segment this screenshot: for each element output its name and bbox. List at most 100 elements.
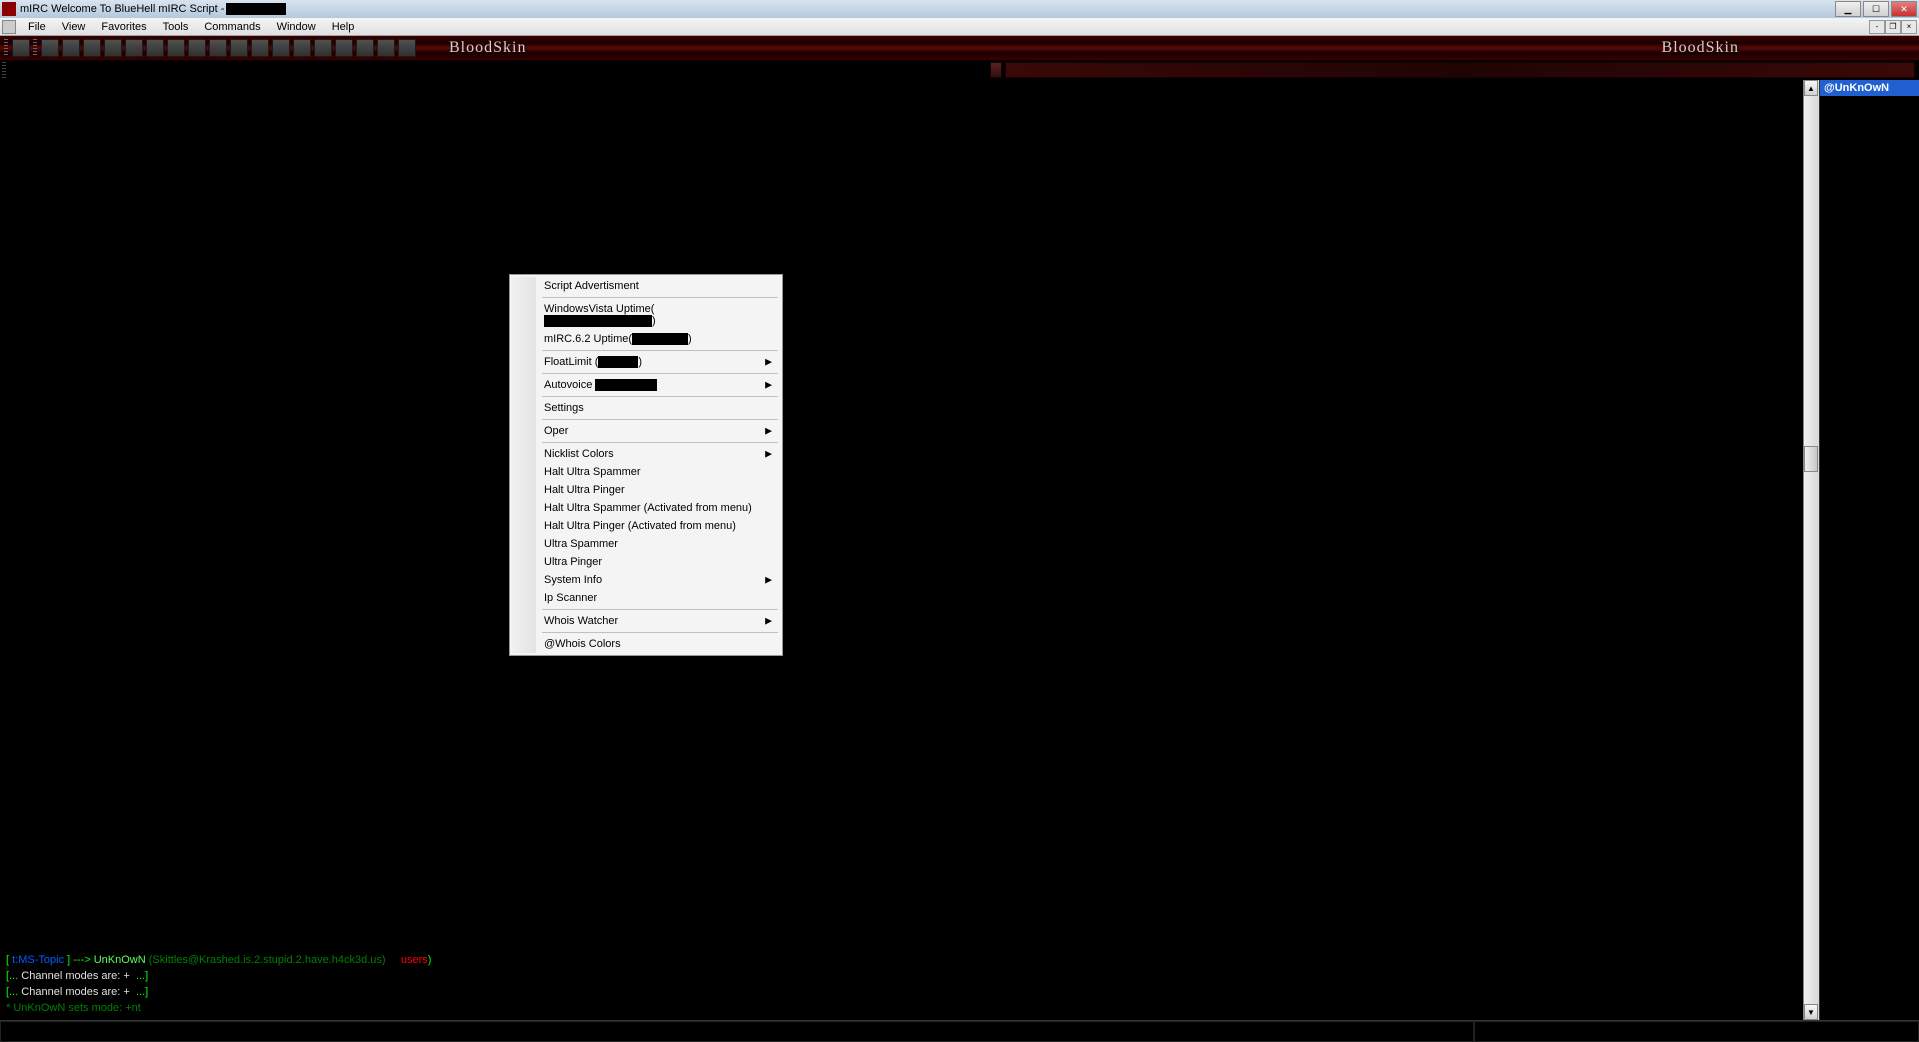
toolbar-btn-12[interactable]: [251, 39, 269, 57]
ctx-halt-ultra-pinger[interactable]: Halt Ultra Pinger: [512, 481, 780, 499]
input-row: [0, 1020, 1919, 1042]
maximize-button[interactable]: ☐: [1863, 1, 1889, 17]
menu-commands[interactable]: Commands: [196, 19, 268, 35]
toolbar-btn-19[interactable]: [398, 39, 416, 57]
menu-view[interactable]: View: [54, 19, 94, 35]
input-right[interactable]: [1474, 1021, 1919, 1042]
toolbar-btn-7[interactable]: [146, 39, 164, 57]
close-button[interactable]: ✕: [1891, 1, 1917, 17]
submenu-arrow-icon: ▶: [765, 357, 772, 368]
ctx-label: System Info: [544, 574, 602, 586]
toolbar-grip-2[interactable]: [33, 39, 37, 57]
switchbar-channel[interactable]: [1005, 62, 1915, 78]
minimize-button[interactable]: ▁: [1835, 1, 1861, 17]
ctx-script-advertisment[interactable]: Script Advertisment: [512, 277, 780, 295]
menu-favorites[interactable]: Favorites: [93, 19, 154, 35]
ctx-label: Settings: [544, 402, 584, 414]
redacted: [598, 356, 638, 368]
submenu-arrow-icon: ▶: [765, 449, 772, 460]
toolbar-logo-right: BloodSkin: [1662, 39, 1739, 57]
ctx-ultra-pinger[interactable]: Ultra Pinger: [512, 553, 780, 571]
ctx-label: Autovoice: [544, 379, 595, 391]
chat-line-3: [... Channel modes are: + ...]: [6, 984, 1797, 1000]
ctx-label: Oper: [544, 425, 568, 437]
toolbar-btn-2[interactable]: [41, 39, 59, 57]
toolbar-btn-5[interactable]: [104, 39, 122, 57]
ctx-mirc-uptime[interactable]: mIRC.6.2 Uptime(): [512, 330, 780, 348]
chat-input[interactable]: [0, 1021, 1474, 1042]
menubar: File View Favorites Tools Commands Windo…: [0, 18, 1919, 36]
l3-suf: ...]: [133, 986, 148, 998]
toolbar-btn-4[interactable]: [83, 39, 101, 57]
switchbar-grip[interactable]: [2, 62, 6, 78]
ctx-halt-ultra-pinger-activated[interactable]: Halt Ultra Pinger (Activated from menu): [512, 517, 780, 535]
mdi-icon[interactable]: [2, 20, 16, 34]
l1-arrow: ] --->: [67, 954, 94, 966]
ctx-ip-scanner[interactable]: Ip Scanner: [512, 589, 780, 607]
nicklist-user[interactable]: @UnKnOwN: [1820, 80, 1919, 96]
ctx-nicklist-colors[interactable]: Nicklist Colors▶: [512, 445, 780, 463]
ctx-label: Ultra Spammer: [544, 538, 618, 550]
ctx-whois-watcher[interactable]: Whois Watcher▶: [512, 612, 780, 630]
menu-window[interactable]: Window: [269, 19, 324, 35]
ctx-halt-ultra-spammer[interactable]: Halt Ultra Spammer: [512, 463, 780, 481]
nicklist-panel[interactable]: @UnKnOwN: [1819, 80, 1919, 1020]
ctx-floatlimit[interactable]: FloatLimit ()▶: [512, 353, 780, 371]
l1-topic: t:MS-Topic: [9, 954, 67, 966]
scroll-thumb[interactable]: [1804, 446, 1818, 472]
ctx-label: Ultra Pinger: [544, 556, 602, 568]
toolbar-btn-13[interactable]: [272, 39, 290, 57]
scroll-up-icon[interactable]: ▲: [1804, 80, 1818, 96]
chat-panel[interactable]: [ t:MS-Topic ] ---> UnKnOwN (Skittles@Kr…: [0, 80, 1803, 1020]
switchbar-item[interactable]: [990, 62, 1002, 78]
toolbar: BloodSkin BloodSkin: [0, 36, 1919, 60]
mdi-close[interactable]: ×: [1901, 20, 1917, 34]
main-area: [ t:MS-Topic ] ---> UnKnOwN (Skittles@Kr…: [0, 80, 1919, 1020]
toolbar-logo-left: BloodSkin: [449, 39, 526, 57]
title-redacted: [226, 3, 286, 15]
toolbar-grip[interactable]: [4, 39, 8, 57]
toolbar-btn-14[interactable]: [293, 39, 311, 57]
menu-tools[interactable]: Tools: [155, 19, 197, 35]
paren-close: ): [688, 333, 692, 345]
toolbar-btn-10[interactable]: [209, 39, 227, 57]
ctx-autovoice[interactable]: Autovoice ▶: [512, 376, 780, 394]
submenu-arrow-icon: ▶: [765, 616, 772, 627]
ctx-ultra-spammer[interactable]: Ultra Spammer: [512, 535, 780, 553]
ctx-halt-ultra-spammer-activated[interactable]: Halt Ultra Spammer (Activated from menu): [512, 499, 780, 517]
mdi-minimize[interactable]: -: [1869, 20, 1885, 34]
scroll-down-icon[interactable]: ▼: [1804, 1004, 1818, 1020]
toolbar-btn-16[interactable]: [335, 39, 353, 57]
toolbar-btn-15[interactable]: [314, 39, 332, 57]
ctx-separator: [542, 396, 778, 397]
chat-line-1: [ t:MS-Topic ] ---> UnKnOwN (Skittles@Kr…: [6, 952, 1797, 968]
toolbar-btn-9[interactable]: [188, 39, 206, 57]
l3-pre: [...: [6, 986, 21, 998]
ctx-settings[interactable]: Settings: [512, 399, 780, 417]
ctx-windows-uptime[interactable]: WindowsVista Uptime(): [512, 300, 780, 330]
toolbar-btn-3[interactable]: [62, 39, 80, 57]
toolbar-btn-1[interactable]: [12, 39, 30, 57]
menu-help[interactable]: Help: [324, 19, 363, 35]
toolbar-btn-18[interactable]: [377, 39, 395, 57]
ctx-label: Ip Scanner: [544, 592, 597, 604]
chat-scrollbar[interactable]: ▲ ▼: [1803, 80, 1819, 1020]
toolbar-btn-11[interactable]: [230, 39, 248, 57]
toolbar-btn-17[interactable]: [356, 39, 374, 57]
ctx-whois-colors[interactable]: @Whois Colors: [512, 635, 780, 653]
ctx-label: Halt Ultra Spammer: [544, 466, 641, 478]
ctx-label: Halt Ultra Spammer (Activated from menu): [544, 502, 752, 514]
toolbar-btn-8[interactable]: [167, 39, 185, 57]
toolbar-btn-6[interactable]: [125, 39, 143, 57]
context-menu: Script Advertisment WindowsVista Uptime(…: [509, 274, 783, 656]
chat-line-2: [... Channel modes are: + ...]: [6, 968, 1797, 984]
paren-close: ): [652, 315, 656, 327]
ctx-label: Script Advertisment: [544, 280, 639, 292]
window-title: mIRC Welcome To BlueHell mIRC Script -: [20, 3, 1835, 15]
ctx-oper[interactable]: Oper▶: [512, 422, 780, 440]
ctx-separator: [542, 297, 778, 298]
ctx-separator: [542, 350, 778, 351]
ctx-system-info[interactable]: System Info▶: [512, 571, 780, 589]
menu-file[interactable]: File: [20, 19, 54, 35]
mdi-restore[interactable]: ❐: [1885, 20, 1901, 34]
